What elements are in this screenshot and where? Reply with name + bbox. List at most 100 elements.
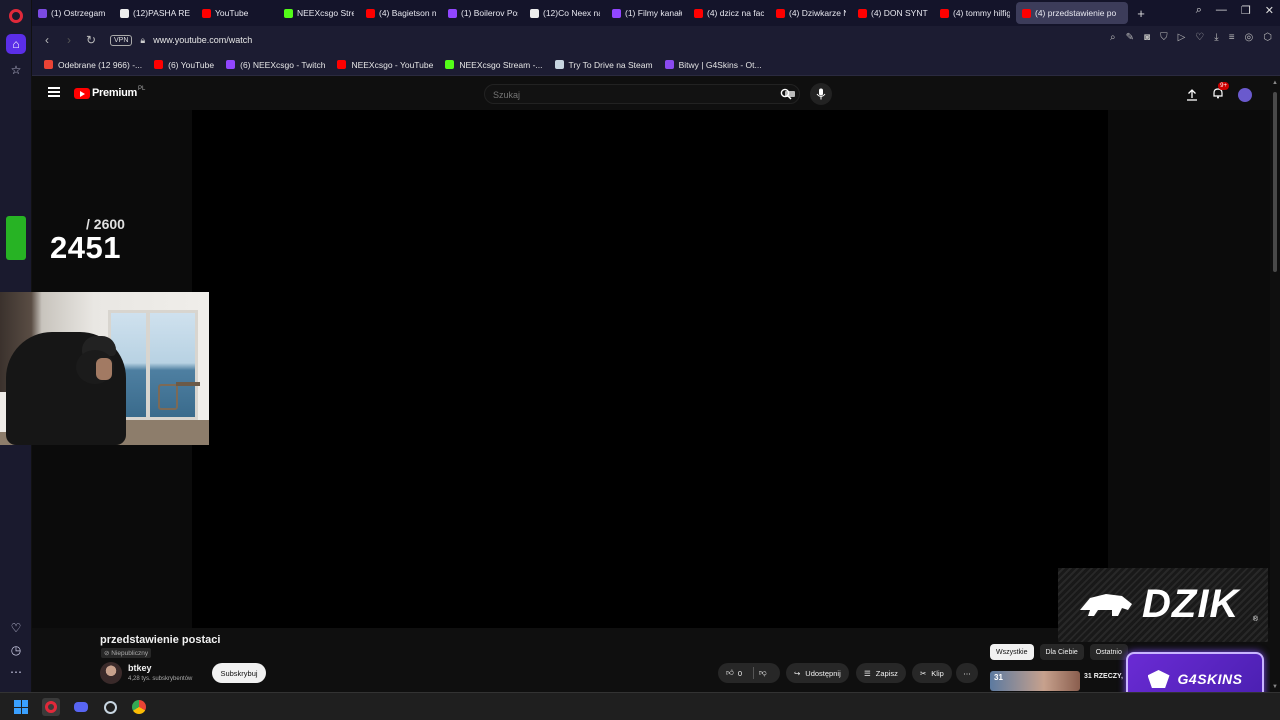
channel-avatar[interactable] [100,662,122,684]
goal-current: 2451 [50,230,121,265]
tab-favicon-icon [284,8,293,18]
discord-icon [74,702,88,712]
scroll-up-icon[interactable]: ▲ [1272,80,1278,86]
browser-tab[interactable]: (12)PASHA REAK [114,2,196,24]
bookmark-item[interactable]: Bitwy | G4Skins - Ot... [664,59,762,70]
bookmark-label: Bitwy | G4Skins - Ot... [678,59,762,70]
maximize-icon[interactable]: ❐ [1241,4,1251,17]
menu-icon[interactable]: ≡ [1229,32,1235,43]
scroll-down-icon[interactable]: ▼ [1272,684,1278,690]
browser-tab[interactable]: (4) tommy hilfig [934,2,1016,24]
channel-name[interactable]: btkey [128,663,152,673]
page-scrollbar[interactable]: ▲ ▼ [1270,78,1280,692]
search-button[interactable] [774,84,798,104]
new-tab-button[interactable]: + [1132,4,1150,22]
download-icon[interactable]: ⤓ [1214,32,1218,43]
taskbar-opera[interactable] [42,698,60,716]
clip-button[interactable]: ✂ Klip [912,663,952,683]
bookmark-label: Try To Drive na Steam [568,59,653,70]
chip-for-you[interactable]: Dla Ciebie [1039,644,1084,660]
chip-recent[interactable]: Ostatnio [1089,644,1128,660]
vpn-badge[interactable]: VPN [110,34,133,46]
heart-icon[interactable]: ♡ [6,618,26,638]
bookmark-heart-icon[interactable]: ♡ [1195,32,1204,43]
bookmark-label: Odebrane (12 966) -... [58,59,143,70]
browser-tab[interactable]: (12)Co Neex naj [524,2,606,24]
voice-search-button[interactable] [810,83,832,105]
tab-favicon-icon [1022,8,1031,18]
browser-tab[interactable]: (4) Dziwkarze Ne [770,2,852,24]
tab-label: (1) Ostrzegam He [51,8,108,18]
bookmark-item[interactable]: Odebrane (12 966) -... [44,60,142,70]
share-button[interactable]: ↪ Udostępnij [786,663,849,683]
like-button[interactable]: 👍︎ 0 [726,668,742,678]
back-icon[interactable]: ‹ [36,33,58,47]
minimize-icon[interactable]: — [1216,4,1227,17]
thumbs-up-icon: 👍︎ [726,668,734,677]
forward-icon[interactable]: › [58,33,80,47]
browser-tab[interactable]: YouTube [196,2,278,24]
taskbar-discord[interactable] [72,698,90,716]
star-icon[interactable]: ☆ [6,60,26,80]
chip-all[interactable]: Wszystkie [990,644,1034,660]
notifications-button[interactable]: 9+ [1212,82,1229,104]
recommended-video-title[interactable]: 31 RZECZY, [1084,673,1123,680]
subscribe-button[interactable]: Subskrybuj [212,663,266,683]
tab-favicon-icon [120,8,129,18]
bookmarks-bar: Odebrane (12 966) -... (6) YouTube (6) NEE… [32,54,1280,76]
zoom-icon[interactable]: ⌕ [1110,32,1116,43]
youtube-masthead: Premium PL 9+ [32,78,1270,110]
boar-icon [1080,594,1132,616]
bookmark-item[interactable]: NEEXcsgo Stream -... [445,59,543,70]
close-icon[interactable]: ✕ [1265,4,1274,17]
more-actions-button[interactable]: ⋯ [956,663,978,683]
video-player[interactable]: / 2600 2451 [0,110,1270,628]
opera-logo-icon[interactable] [9,9,23,23]
save-label: Zapisz [875,668,898,678]
bookmark-item[interactable]: Try To Drive na Steam [554,59,653,70]
browser-tab[interactable]: (1) Ostrzegam He [32,2,114,24]
upload-icon[interactable] [1186,89,1198,101]
edit-icon[interactable]: ✎ [1126,32,1134,43]
browser-tab[interactable]: (1) Filmy kanału [606,2,688,24]
profile-icon[interactable]: ◎ [1245,32,1254,43]
video-right-bar [1108,110,1270,628]
extensions-icon[interactable]: ⬡ [1263,32,1272,43]
browser-tab[interactable]: (4) Bagietson nie [360,2,442,24]
bookmark-label: NEEXcsgo Stream -... [459,59,543,70]
youtube-logo[interactable]: Premium PL [74,86,145,99]
shield-icon[interactable]: ⛉ [1160,32,1168,43]
tab-favicon-icon [530,8,539,18]
browser-tab[interactable]: (4) przedstawienie po [1016,2,1128,24]
history-icon[interactable]: ◷ [6,640,26,660]
scroll-thumb[interactable] [1273,92,1277,272]
taskbar-chrome[interactable] [130,698,148,716]
browser-tab[interactable]: (1) Boilerov Posc [442,2,524,24]
tab-favicon-icon [858,8,867,18]
lock-icon[interactable]: 🔒︎ [140,35,145,46]
home-icon[interactable]: ⌂ [6,34,26,54]
browser-tab[interactable]: (4) DON SYNTHC [852,2,934,24]
taskbar-steam[interactable] [101,698,119,716]
bookmark-item[interactable]: (6) YouTube [154,60,214,70]
play-icon[interactable]: ▷ [1178,32,1186,43]
dislike-button[interactable]: 👎︎ [759,668,767,678]
hamburger-menu-icon[interactable] [48,87,60,97]
bookmark-item[interactable]: (6) NEEXcsgo - Twitch [226,60,325,70]
browser-tab[interactable]: (4) dzicz na facel [688,2,770,24]
opera-icon [45,701,57,713]
search-input[interactable] [485,86,745,104]
camera-icon[interactable]: ◙ [1144,32,1150,43]
bookmark-item[interactable]: NEEXcsgo - YouTube [337,60,433,70]
save-button[interactable]: ☰ Zapisz [856,663,906,683]
account-avatar[interactable] [1238,88,1252,102]
tab-label: (4) dzicz na facel [707,8,764,18]
search-tabs-icon[interactable]: ⌕ [1196,4,1202,17]
reload-icon[interactable]: ↻ [80,33,102,47]
search-icon [780,88,792,100]
recommended-video-thumbnail[interactable]: 31 [990,671,1080,691]
browser-tab[interactable]: NEEXcsgo Stream [278,2,360,24]
more-icon[interactable]: ⋯ [6,662,26,682]
url-field[interactable]: www.youtube.com/watch [153,35,252,45]
start-button[interactable] [12,698,30,716]
